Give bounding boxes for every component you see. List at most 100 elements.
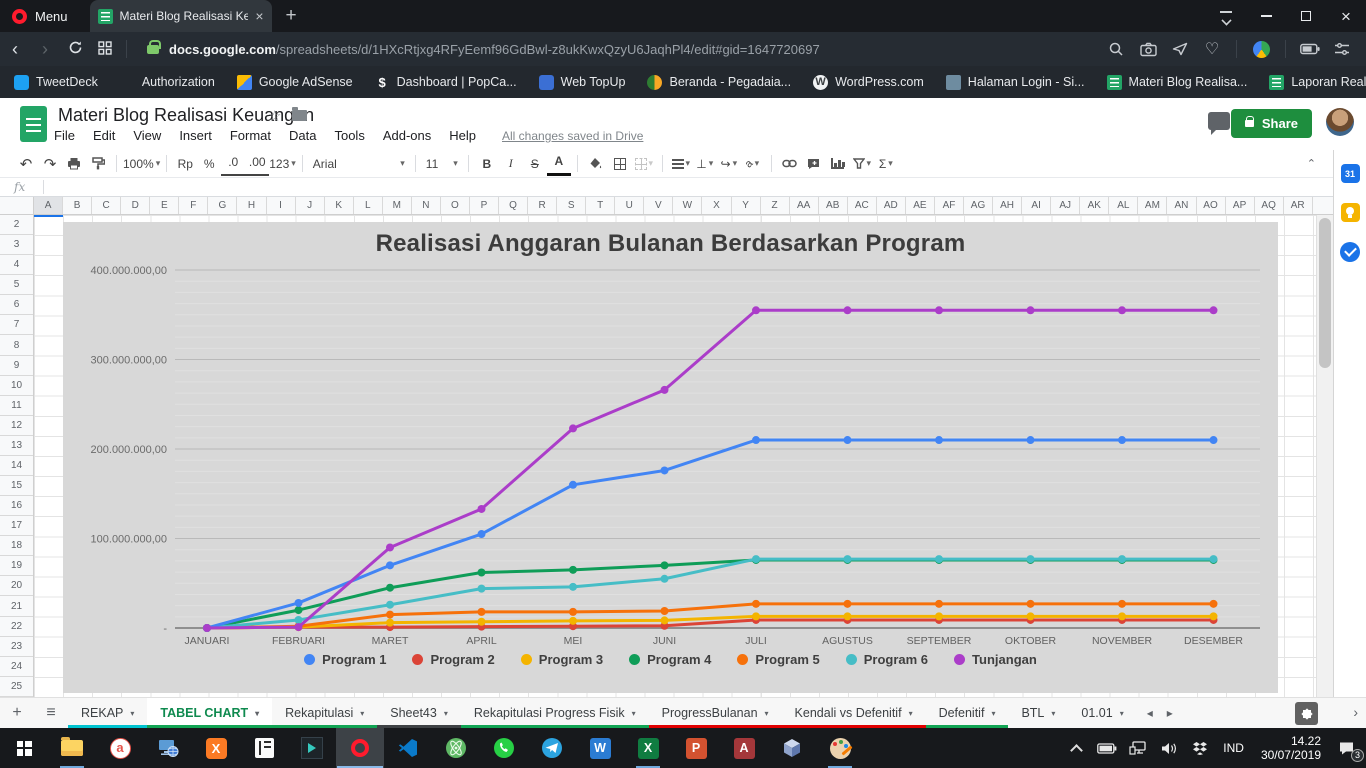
taskbar-xampp[interactable]: X bbox=[192, 728, 240, 768]
row-header-19[interactable]: 19 bbox=[0, 556, 33, 576]
column-header-T[interactable]: T bbox=[586, 197, 615, 214]
menu-file[interactable]: File bbox=[54, 128, 75, 143]
minimize-button[interactable] bbox=[1246, 0, 1286, 32]
network-icon[interactable] bbox=[1126, 734, 1150, 762]
new-tab-button[interactable]: + bbox=[286, 5, 297, 27]
column-header-AN[interactable]: AN bbox=[1167, 197, 1196, 214]
opera-menu-button[interactable]: Menu bbox=[35, 9, 68, 24]
taskbar-vscode[interactable] bbox=[384, 728, 432, 768]
calendar-icon[interactable]: 31 bbox=[1341, 164, 1360, 183]
back-icon[interactable]: ‹ bbox=[0, 40, 30, 58]
sheet-tab-menu-icon[interactable]: ▾ bbox=[444, 709, 448, 718]
ssl-lock-icon[interactable] bbox=[147, 45, 159, 54]
row-header-7[interactable]: 7 bbox=[0, 315, 33, 335]
menu-data[interactable]: Data bbox=[289, 128, 316, 143]
legend-program-5[interactable]: Program 5 bbox=[737, 652, 819, 667]
column-header-Y[interactable]: Y bbox=[732, 197, 761, 214]
taskbar-file-explorer[interactable] bbox=[48, 728, 96, 768]
legend-program-1[interactable]: Program 1 bbox=[304, 652, 386, 667]
column-header-AL[interactable]: AL bbox=[1109, 197, 1138, 214]
zoom-select[interactable]: 100%▾ bbox=[123, 152, 160, 176]
column-header-AP[interactable]: AP bbox=[1226, 197, 1255, 214]
select-all-corner[interactable] bbox=[0, 197, 34, 214]
increase-decimal-button[interactable]: .00 bbox=[245, 152, 269, 176]
sheets-logo-icon[interactable] bbox=[20, 106, 47, 142]
bookmark-tweetdeck[interactable]: TweetDeck bbox=[14, 75, 98, 90]
sheet-tab-menu-icon[interactable]: ▾ bbox=[991, 709, 995, 718]
column-header-W[interactable]: W bbox=[673, 197, 702, 214]
filter-button[interactable]: ▾ bbox=[850, 152, 874, 176]
column-header-J[interactable]: J bbox=[296, 197, 325, 214]
menu-help[interactable]: Help bbox=[449, 128, 476, 143]
column-header-N[interactable]: N bbox=[412, 197, 441, 214]
taskbar-access[interactable]: A bbox=[720, 728, 768, 768]
functions-button[interactable]: Σ▾ bbox=[874, 152, 898, 176]
menu-edit[interactable]: Edit bbox=[93, 128, 115, 143]
row-header-12[interactable]: 12 bbox=[0, 416, 33, 436]
row-header-24[interactable]: 24 bbox=[0, 657, 33, 677]
column-header-U[interactable]: U bbox=[615, 197, 644, 214]
browser-tab[interactable]: Materi Blog Realisasi Keuan × bbox=[90, 0, 272, 32]
insert-comment-button[interactable] bbox=[802, 152, 826, 176]
decrease-decimal-button[interactable]: .0 bbox=[221, 152, 245, 176]
column-header-Q[interactable]: Q bbox=[499, 197, 528, 214]
horizontal-align-button[interactable]: ▾ bbox=[669, 152, 693, 176]
row-header-18[interactable]: 18 bbox=[0, 536, 33, 556]
language-indicator[interactable]: IND bbox=[1219, 741, 1248, 755]
move-folder-icon[interactable] bbox=[292, 110, 307, 121]
row-header-6[interactable]: 6 bbox=[0, 295, 33, 315]
menu-insert[interactable]: Insert bbox=[179, 128, 212, 143]
column-header-AG[interactable]: AG bbox=[964, 197, 993, 214]
comments-icon[interactable] bbox=[1208, 112, 1230, 130]
column-header-X[interactable]: X bbox=[702, 197, 731, 214]
column-header-B[interactable]: B bbox=[63, 197, 92, 214]
column-header-S[interactable]: S bbox=[557, 197, 586, 214]
sheet-tab-rekapitulasi[interactable]: Rekapitulasi▾ bbox=[272, 698, 377, 728]
menu-tools[interactable]: Tools bbox=[334, 128, 364, 143]
formula-bar[interactable]: fx bbox=[0, 177, 1366, 197]
text-rotation-button[interactable]: a▾ bbox=[741, 152, 765, 176]
legend-program-4[interactable]: Program 4 bbox=[629, 652, 711, 667]
legend-program-2[interactable]: Program 2 bbox=[412, 652, 494, 667]
font-size-select[interactable]: 11▾ bbox=[422, 152, 462, 176]
column-header-AE[interactable]: AE bbox=[906, 197, 935, 214]
column-header-M[interactable]: M bbox=[383, 197, 412, 214]
column-header-AD[interactable]: AD bbox=[877, 197, 906, 214]
taskbar-atom[interactable] bbox=[432, 728, 480, 768]
avatar[interactable] bbox=[1326, 108, 1354, 136]
bookmark-laporan-real-time[interactable]: Laporan Real Time... bbox=[1269, 75, 1366, 90]
italic-button[interactable]: I bbox=[499, 152, 523, 176]
taskbar-ares[interactable]: a bbox=[96, 728, 144, 768]
sheet-tab-menu-icon[interactable]: ▾ bbox=[909, 709, 913, 718]
redo-button[interactable]: ↷ bbox=[38, 152, 62, 176]
scrollbar-thumb[interactable] bbox=[1319, 218, 1331, 368]
taskbar-whatsapp[interactable] bbox=[480, 728, 528, 768]
row-header-25[interactable]: 25 bbox=[0, 677, 33, 697]
search-icon[interactable] bbox=[1102, 37, 1130, 61]
explore-button[interactable] bbox=[1295, 702, 1318, 725]
text-wrap-button[interactable]: ↪▾ bbox=[717, 152, 741, 176]
sheet-tab-01-01[interactable]: 01.01▾ bbox=[1068, 698, 1136, 728]
text-color-button[interactable]: A bbox=[547, 152, 571, 176]
column-header-F[interactable]: F bbox=[179, 197, 208, 214]
column-header-V[interactable]: V bbox=[644, 197, 673, 214]
sheet-tab-menu-icon[interactable]: ▾ bbox=[765, 709, 769, 718]
snapshot-camera-icon[interactable] bbox=[1134, 37, 1162, 61]
opera-logo-icon[interactable] bbox=[12, 9, 27, 24]
share-button[interactable]: Share bbox=[1231, 109, 1312, 138]
volume-icon[interactable] bbox=[1157, 734, 1181, 762]
column-header-AK[interactable]: AK bbox=[1080, 197, 1109, 214]
taskbar-powerpoint[interactable]: P bbox=[672, 728, 720, 768]
bookmark-halaman-login-si[interactable]: Halaman Login - Si... bbox=[946, 75, 1085, 90]
add-sheet-button[interactable]: + bbox=[0, 698, 34, 728]
bookmark-beranda-pegadaia[interactable]: Beranda - Pegadaia... bbox=[647, 75, 791, 90]
bookmark-authorization[interactable]: Authorization bbox=[120, 75, 215, 90]
row-header-9[interactable]: 9 bbox=[0, 356, 33, 376]
column-header-A[interactable]: A bbox=[34, 197, 63, 214]
column-header-D[interactable]: D bbox=[121, 197, 150, 214]
restore-button[interactable] bbox=[1286, 0, 1326, 32]
taskbar-opera[interactable] bbox=[336, 728, 384, 768]
font-select[interactable]: Arial▾ bbox=[309, 152, 409, 176]
taskbar-filmora[interactable] bbox=[288, 728, 336, 768]
reload-icon[interactable] bbox=[60, 40, 90, 58]
